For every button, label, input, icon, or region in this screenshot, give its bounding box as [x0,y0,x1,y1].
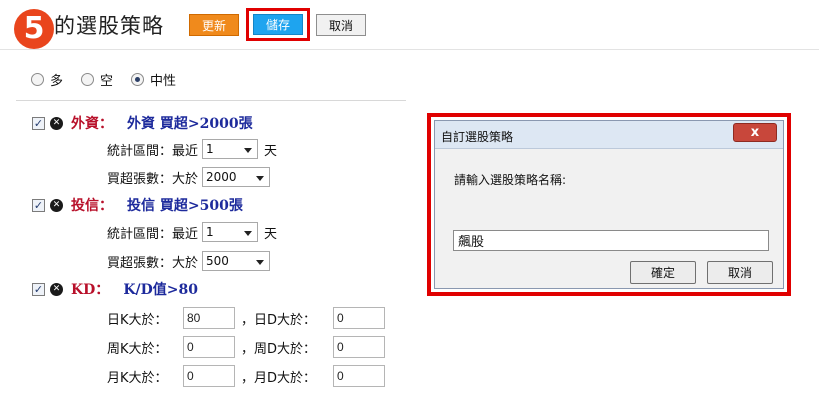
kd-label: ，日D大於： [241,312,317,328]
field-label: 買超張數：大於 [107,171,199,187]
field-label: 買超張數：大於 [107,255,199,271]
rule-investment-trust: ✓ ✕ 投信： 投信 買超>500張 [32,196,243,214]
dialog-prompt: 請輸入選股策略名稱: [454,173,567,187]
rule-kd: ✓ ✕ KD： K/D值>80 [32,280,198,298]
chevron-down-icon [244,148,253,153]
rule-desc: K/D值>80 [123,282,198,298]
monthly-d-input[interactable] [333,365,385,387]
direction-radio-group: 多 空 中性 [31,70,194,89]
strategy-name-input[interactable] [453,230,769,251]
field-row-period: 統計區間：最近 1 天 [107,138,277,160]
period-select[interactable]: 1 [202,222,259,242]
remove-circle-icon[interactable]: ✕ [50,116,63,130]
radio-option-long[interactable]: 多 [31,70,63,89]
weekly-k-input[interactable] [183,336,235,358]
checkbox-checked-icon[interactable]: ✓ [32,282,45,296]
header: 5 的選股策略 更新 儲存 取消 [0,0,819,50]
save-strategy-dialog: 自訂選股策略 x 請輸入選股策略名稱: 確定 取消 [434,120,784,289]
field-row-amount: 買超張數：大於 500 [107,250,271,272]
divider [16,100,406,101]
radio-label: 空 [100,73,114,89]
dialog-title: 自訂選股策略 [441,130,514,144]
kd-row-monthly: 月K大於： ，月D大於： [107,364,385,388]
daily-k-input[interactable] [183,307,235,329]
rule-desc: 投信 買超>500張 [127,198,243,214]
remove-circle-icon[interactable]: ✕ [50,198,63,212]
save-button[interactable]: 儲存 [253,14,303,35]
checkbox-checked-icon[interactable]: ✓ [32,198,45,212]
radio-option-short[interactable]: 空 [81,70,113,89]
rule-foreign: ✓ ✕ 外資： 外資 買超>2000張 [32,114,253,132]
field-label: 統計區間：最近 [107,143,199,159]
kd-label: 日K大於： [107,312,168,328]
kd-label: 周K大於： [107,341,168,357]
step-badge: 5 [14,9,54,49]
select-value: 2000 [206,170,237,184]
field-row-period: 統計區間：最近 1 天 [107,221,277,243]
kd-label: 月K大於： [107,370,168,386]
chevron-down-icon [256,260,265,265]
select-value: 500 [206,254,229,268]
unit-label: 天 [264,143,278,159]
period-select[interactable]: 1 [202,139,259,159]
radio-icon[interactable] [81,72,95,86]
kd-label: ，周D大於： [241,341,317,357]
update-button[interactable]: 更新 [189,14,239,36]
select-value: 1 [206,225,214,239]
amount-select[interactable]: 2000 [202,167,271,187]
weekly-d-input[interactable] [333,336,385,358]
radio-label: 中性 [150,73,177,89]
dialog-highlight-frame: 自訂選股策略 x 請輸入選股策略名稱: 確定 取消 [427,113,791,296]
save-highlight-frame: 儲存 [246,8,310,41]
radio-option-neutral[interactable]: 中性 [131,70,176,89]
field-row-amount: 買超張數：大於 2000 [107,166,271,188]
radio-label: 多 [50,73,64,89]
kd-row-weekly: 周K大於： ，周D大於： [107,335,385,359]
field-label: 統計區間：最近 [107,226,199,242]
page-title: 的選股策略 [54,14,164,38]
monthly-k-input[interactable] [183,365,235,387]
rule-desc: 外資 買超>2000張 [127,116,253,132]
cancel-button[interactable]: 取消 [316,14,366,36]
chevron-down-icon [244,231,253,236]
close-icon[interactable]: x [733,123,777,142]
checkbox-checked-icon[interactable]: ✓ [32,116,45,130]
kd-row-daily: 日K大於： ，日D大於： [107,306,385,330]
rule-name: 投信： [71,198,113,214]
amount-select[interactable]: 500 [202,251,271,271]
chevron-down-icon [256,176,265,181]
ok-button[interactable]: 確定 [630,261,696,284]
dialog-cancel-button[interactable]: 取消 [707,261,773,284]
remove-circle-icon[interactable]: ✕ [50,282,63,296]
radio-icon[interactable] [31,72,44,86]
unit-label: 天 [264,226,278,242]
kd-label: ，月D大於： [241,370,317,386]
rule-name: 外資： [71,116,113,132]
radio-checked-icon[interactable] [131,72,145,86]
dialog-titlebar[interactable]: 自訂選股策略 x [435,121,783,149]
rule-name: KD： [71,282,110,298]
select-value: 1 [206,142,214,156]
daily-d-input[interactable] [333,307,385,329]
